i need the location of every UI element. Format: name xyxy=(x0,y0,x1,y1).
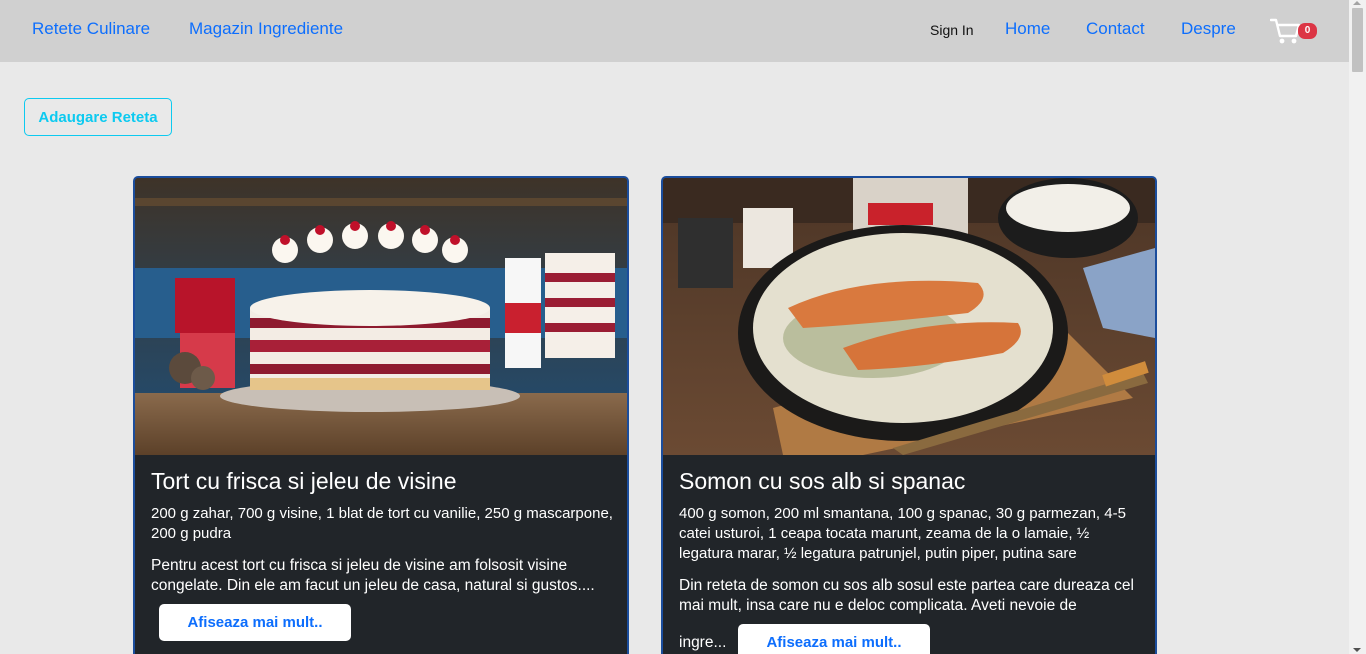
recipe-description: Pentru acest tort cu frisca si jeleu de … xyxy=(151,557,595,594)
recipe-ingredients: 400 g somon, 200 ml smantana, 100 g span… xyxy=(679,505,1126,562)
recipe-title: Somon cu sos alb si spanac xyxy=(679,468,966,494)
nav-contact[interactable]: Contact xyxy=(1086,19,1145,39)
recipe-description: Din reteta de somon cu sos alb sosul est… xyxy=(679,577,1134,614)
sign-in-link[interactable]: Sign In xyxy=(930,22,974,38)
show-more-button[interactable]: Afiseaza mai mult.. xyxy=(738,624,930,654)
recipe-ingredients: 200 g zahar, 700 g visine, 1 blat de tor… xyxy=(151,505,613,542)
top-navbar: Retete Culinare Magazin Ingrediente Sign… xyxy=(0,0,1349,62)
nav-brand-recipes[interactable]: Retete Culinare xyxy=(32,19,150,39)
nav-brand-store[interactable]: Magazin Ingrediente xyxy=(189,19,343,39)
nav-about[interactable]: Despre xyxy=(1181,19,1236,39)
scroll-thumb[interactable] xyxy=(1352,8,1363,72)
cart-button[interactable]: 0 xyxy=(1270,17,1320,47)
recipe-image-salmon[interactable] xyxy=(663,178,1155,455)
scroll-down-icon[interactable] xyxy=(1353,648,1361,652)
vertical-scrollbar[interactable] xyxy=(1349,0,1366,654)
recipe-image-cake[interactable] xyxy=(135,178,627,455)
nav-home[interactable]: Home xyxy=(1005,19,1050,39)
recipe-description-tail: ingre... xyxy=(679,634,727,651)
cart-count-badge: 0 xyxy=(1298,23,1317,39)
recipe-title: Tort cu frisca si jeleu de visine xyxy=(151,468,457,494)
recipe-card: Tort cu frisca si jeleu de visine 200 g … xyxy=(133,176,629,654)
show-more-button[interactable]: Afiseaza mai mult.. xyxy=(159,604,351,641)
recipe-card: Somon cu sos alb si spanac 400 g somon, … xyxy=(661,176,1157,654)
scroll-up-icon[interactable] xyxy=(1353,1,1361,5)
add-recipe-button[interactable]: Adaugare Reteta xyxy=(24,98,172,136)
